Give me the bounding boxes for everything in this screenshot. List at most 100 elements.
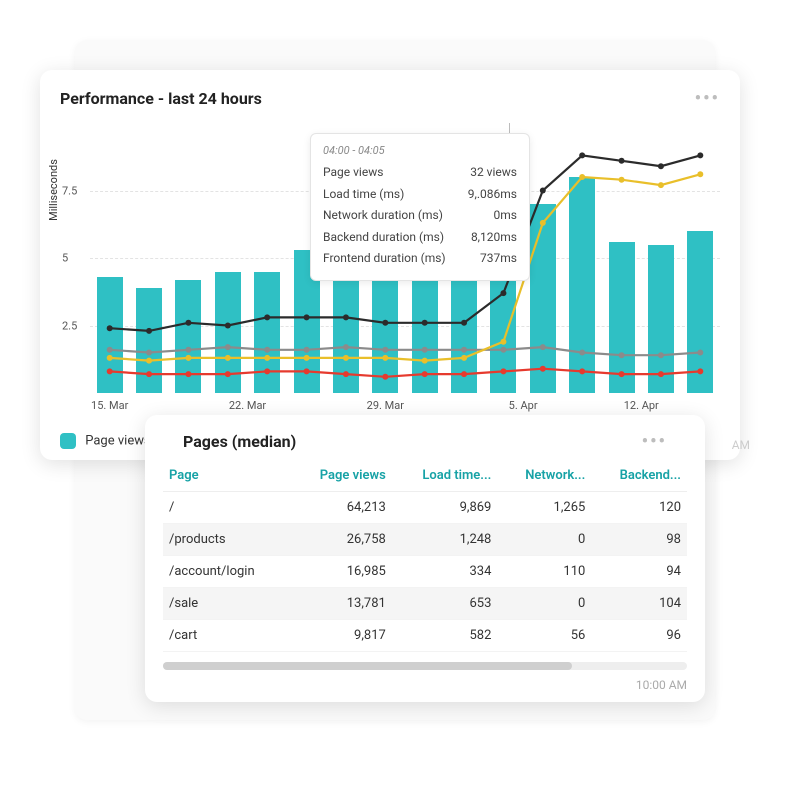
series-point[interactable] [225, 355, 231, 361]
series-point[interactable] [264, 314, 270, 320]
series-point[interactable] [146, 358, 152, 364]
series-point[interactable] [697, 171, 703, 177]
column-header[interactable]: Page [163, 460, 290, 492]
series-point[interactable] [343, 371, 349, 377]
series-point[interactable] [461, 371, 467, 377]
series-point[interactable] [579, 152, 585, 158]
chart-tooltip: 04:00 - 04:05 Page views32 viewsLoad tim… [310, 133, 530, 281]
scrollbar-thumb[interactable] [163, 662, 572, 670]
series-point[interactable] [579, 350, 585, 356]
more-icon[interactable]: ••• [642, 431, 667, 452]
series-point[interactable] [146, 328, 152, 334]
y-tick: 7.5 [62, 184, 77, 197]
series-point[interactable] [658, 352, 664, 358]
series-point[interactable] [185, 355, 191, 361]
series-point[interactable] [422, 358, 428, 364]
series-point[interactable] [461, 347, 467, 353]
series-point[interactable] [225, 323, 231, 329]
series-point[interactable] [500, 368, 506, 374]
series-point[interactable] [304, 314, 310, 320]
series-point[interactable] [579, 368, 585, 374]
series-point[interactable] [422, 320, 428, 326]
series-point[interactable] [658, 182, 664, 188]
series-point[interactable] [146, 350, 152, 356]
series-point[interactable] [619, 158, 625, 164]
series-point[interactable] [500, 339, 506, 345]
table-cell: 26,758 [290, 524, 392, 556]
series-point[interactable] [697, 152, 703, 158]
series-point[interactable] [658, 371, 664, 377]
series-point[interactable] [500, 347, 506, 353]
series-point[interactable] [304, 368, 310, 374]
table-cell: 94 [591, 556, 687, 588]
series-point[interactable] [658, 163, 664, 169]
series-line[interactable] [110, 347, 701, 355]
table-cell: 110 [497, 556, 591, 588]
x-tick: 12. Apr [624, 399, 659, 412]
series-line[interactable] [110, 369, 701, 377]
table-row[interactable]: /sale13,7816530104 [163, 588, 687, 620]
table-cell: 653 [392, 588, 498, 620]
series-point[interactable] [382, 347, 388, 353]
table-row[interactable]: /cart9,8175825696 [163, 620, 687, 652]
series-point[interactable] [422, 347, 428, 353]
series-point[interactable] [382, 320, 388, 326]
pages-table: PagePage viewsLoad time...Network...Back… [163, 460, 687, 652]
series-point[interactable] [107, 347, 113, 353]
table-cell: /products [163, 524, 290, 556]
column-header[interactable]: Page views [290, 460, 392, 492]
series-point[interactable] [382, 374, 388, 380]
series-point[interactable] [540, 188, 546, 194]
performance-chart[interactable]: 2.557.5 04:00 - 04:05 Page views32 views… [90, 123, 720, 393]
series-point[interactable] [343, 314, 349, 320]
series-point[interactable] [225, 371, 231, 377]
series-point[interactable] [304, 355, 310, 361]
series-point[interactable] [461, 320, 467, 326]
table-cell: 16,985 [290, 556, 392, 588]
table-row[interactable]: /products26,7581,248098 [163, 524, 687, 556]
performance-card: Performance - last 24 hours ••• Millisec… [40, 70, 740, 460]
series-point[interactable] [619, 177, 625, 183]
series-point[interactable] [264, 347, 270, 353]
series-point[interactable] [540, 344, 546, 350]
series-point[interactable] [264, 368, 270, 374]
table-cell: 64,213 [290, 492, 392, 524]
series-point[interactable] [619, 352, 625, 358]
series-point[interactable] [185, 371, 191, 377]
column-header[interactable]: Network... [497, 460, 591, 492]
table-cell: 104 [591, 588, 687, 620]
column-header[interactable]: Load time... [392, 460, 498, 492]
table-row[interactable]: /64,2139,8691,265120 [163, 492, 687, 524]
series-point[interactable] [461, 355, 467, 361]
series-point[interactable] [107, 325, 113, 331]
more-icon[interactable]: ••• [695, 88, 720, 109]
series-point[interactable] [500, 290, 506, 296]
table-cell: 120 [591, 492, 687, 524]
series-point[interactable] [540, 366, 546, 372]
series-point[interactable] [540, 220, 546, 226]
series-point[interactable] [343, 344, 349, 350]
series-point[interactable] [382, 355, 388, 361]
series-point[interactable] [697, 368, 703, 374]
series-point[interactable] [146, 371, 152, 377]
series-point[interactable] [619, 371, 625, 377]
column-header[interactable]: Backend... [591, 460, 687, 492]
series-point[interactable] [225, 344, 231, 350]
table-cell: 98 [591, 524, 687, 556]
series-point[interactable] [185, 347, 191, 353]
series-point[interactable] [185, 320, 191, 326]
series-point[interactable] [697, 350, 703, 356]
series-point[interactable] [264, 355, 270, 361]
horizontal-scrollbar[interactable] [163, 662, 687, 670]
series-point[interactable] [107, 368, 113, 374]
table-row[interactable]: /account/login16,98533411094 [163, 556, 687, 588]
series-point[interactable] [107, 355, 113, 361]
x-tick: 5. Apr [509, 399, 538, 412]
series-point[interactable] [343, 355, 349, 361]
series-point[interactable] [304, 347, 310, 353]
legend-item-page-views[interactable]: Page views [60, 433, 151, 449]
series-point[interactable] [579, 174, 585, 180]
table-cell: /cart [163, 620, 290, 652]
series-point[interactable] [422, 371, 428, 377]
tooltip-row: Load time (ms)9,.086ms [323, 184, 517, 206]
